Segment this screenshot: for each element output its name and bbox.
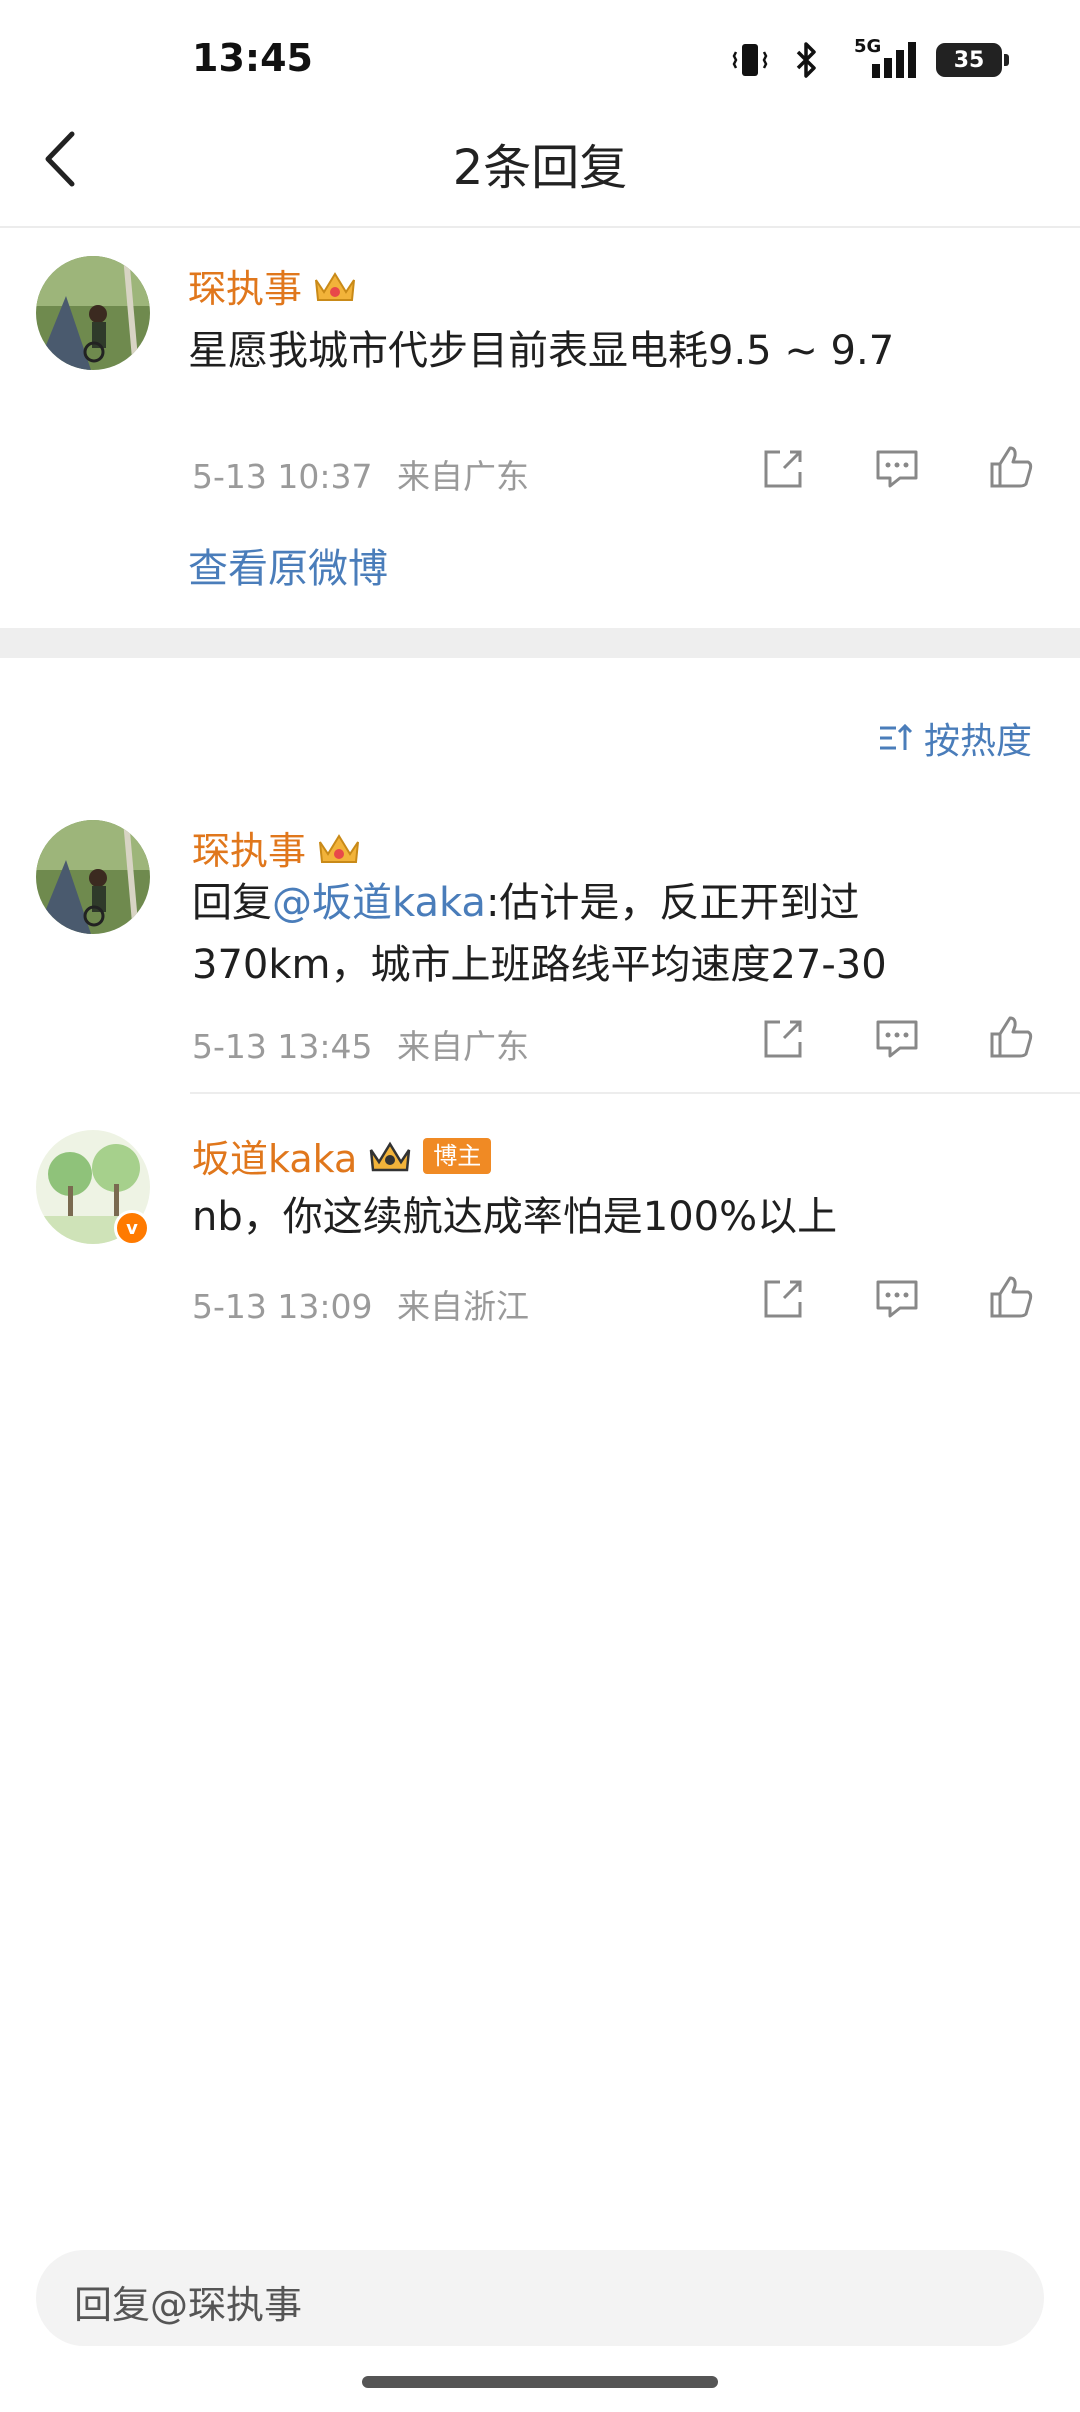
mention-link[interactable]: @坂道kaka: [272, 880, 486, 926]
comment-icon[interactable]: [872, 1014, 922, 1064]
reply-input[interactable]: 回复@琛执事: [36, 2250, 1044, 2346]
sort-icon: [879, 723, 913, 750]
row-divider: [190, 1092, 1080, 1094]
status-time: 13:45: [192, 36, 313, 80]
crown-icon: [319, 833, 360, 863]
username-text: 坂道kaka: [192, 1137, 358, 1181]
like-icon[interactable]: [986, 442, 1036, 492]
share-icon[interactable]: [758, 1274, 808, 1324]
comment-meta: 5-13 10:37 来自广东: [192, 450, 529, 498]
reply-text: nb，你这续航达成率怕是100%以上: [192, 1194, 838, 1240]
nav-divider: [0, 226, 1080, 228]
host-badge: 博主: [423, 1137, 492, 1174]
vibrate-icon: [732, 44, 768, 76]
reply-meta: 5-13 13:09 来自浙江: [192, 1280, 529, 1328]
verified-badge-icon: v: [114, 1210, 150, 1246]
avatar[interactable]: [36, 256, 150, 370]
section-separator: [0, 628, 1080, 658]
comment-icon[interactable]: [872, 444, 922, 494]
bluetooth-icon: [796, 42, 816, 78]
reply-input-placeholder: 回复@琛执事: [74, 2283, 303, 2327]
reply-time: 5-13 13:45: [192, 1027, 373, 1066]
username-text: 琛执事: [192, 829, 307, 873]
reply-username[interactable]: 坂道kaka 博主: [192, 1128, 492, 1183]
avatar[interactable]: [36, 820, 150, 934]
signal-icon: 5G: [844, 36, 916, 80]
home-indicator[interactable]: [362, 2376, 718, 2388]
comment-username[interactable]: 琛执事: [188, 258, 358, 313]
reply-prefix: 回复: [192, 880, 272, 926]
share-icon[interactable]: [758, 444, 808, 494]
reply-location: 来自浙江: [397, 1287, 529, 1326]
reply-text-line1: :估计是，反正开到过: [485, 880, 860, 926]
comment-location: 来自广东: [397, 457, 529, 496]
status-icons: 5G 35: [730, 36, 1009, 82]
reply-text: 回复@坂道kaka:估计是，反正开到过 370km，城市上班路线平均速度27-3…: [192, 872, 1052, 996]
sort-label: 按热度: [923, 721, 1032, 762]
reply-text-line2: 370km，城市上班路线平均速度27-30: [192, 942, 887, 988]
reply-username[interactable]: 琛执事: [192, 820, 362, 875]
reply-location: 来自广东: [397, 1027, 529, 1066]
username-text: 琛执事: [188, 267, 303, 311]
page-title: 2条回复: [452, 140, 628, 196]
battery-icon: 35: [936, 43, 1009, 77]
share-icon[interactable]: [758, 1014, 808, 1064]
comment-time: 5-13 10:37: [192, 457, 373, 496]
network-label: 5G: [854, 36, 882, 57]
view-original-link[interactable]: 查看原微博: [188, 536, 388, 594]
reply-time: 5-13 13:09: [192, 1287, 373, 1326]
comment-text: 星愿我城市代步目前表显电耗9.5 ~ 9.7: [188, 328, 895, 374]
like-icon[interactable]: [986, 1012, 1036, 1062]
vip-crown-icon: [370, 1141, 411, 1171]
reply-meta: 5-13 13:45 来自广东: [192, 1020, 529, 1068]
crown-icon: [315, 271, 356, 301]
like-icon[interactable]: [986, 1272, 1036, 1322]
sort-button[interactable]: 按热度: [878, 712, 1032, 764]
battery-level: 35: [953, 47, 985, 73]
comment-icon[interactable]: [872, 1274, 922, 1324]
